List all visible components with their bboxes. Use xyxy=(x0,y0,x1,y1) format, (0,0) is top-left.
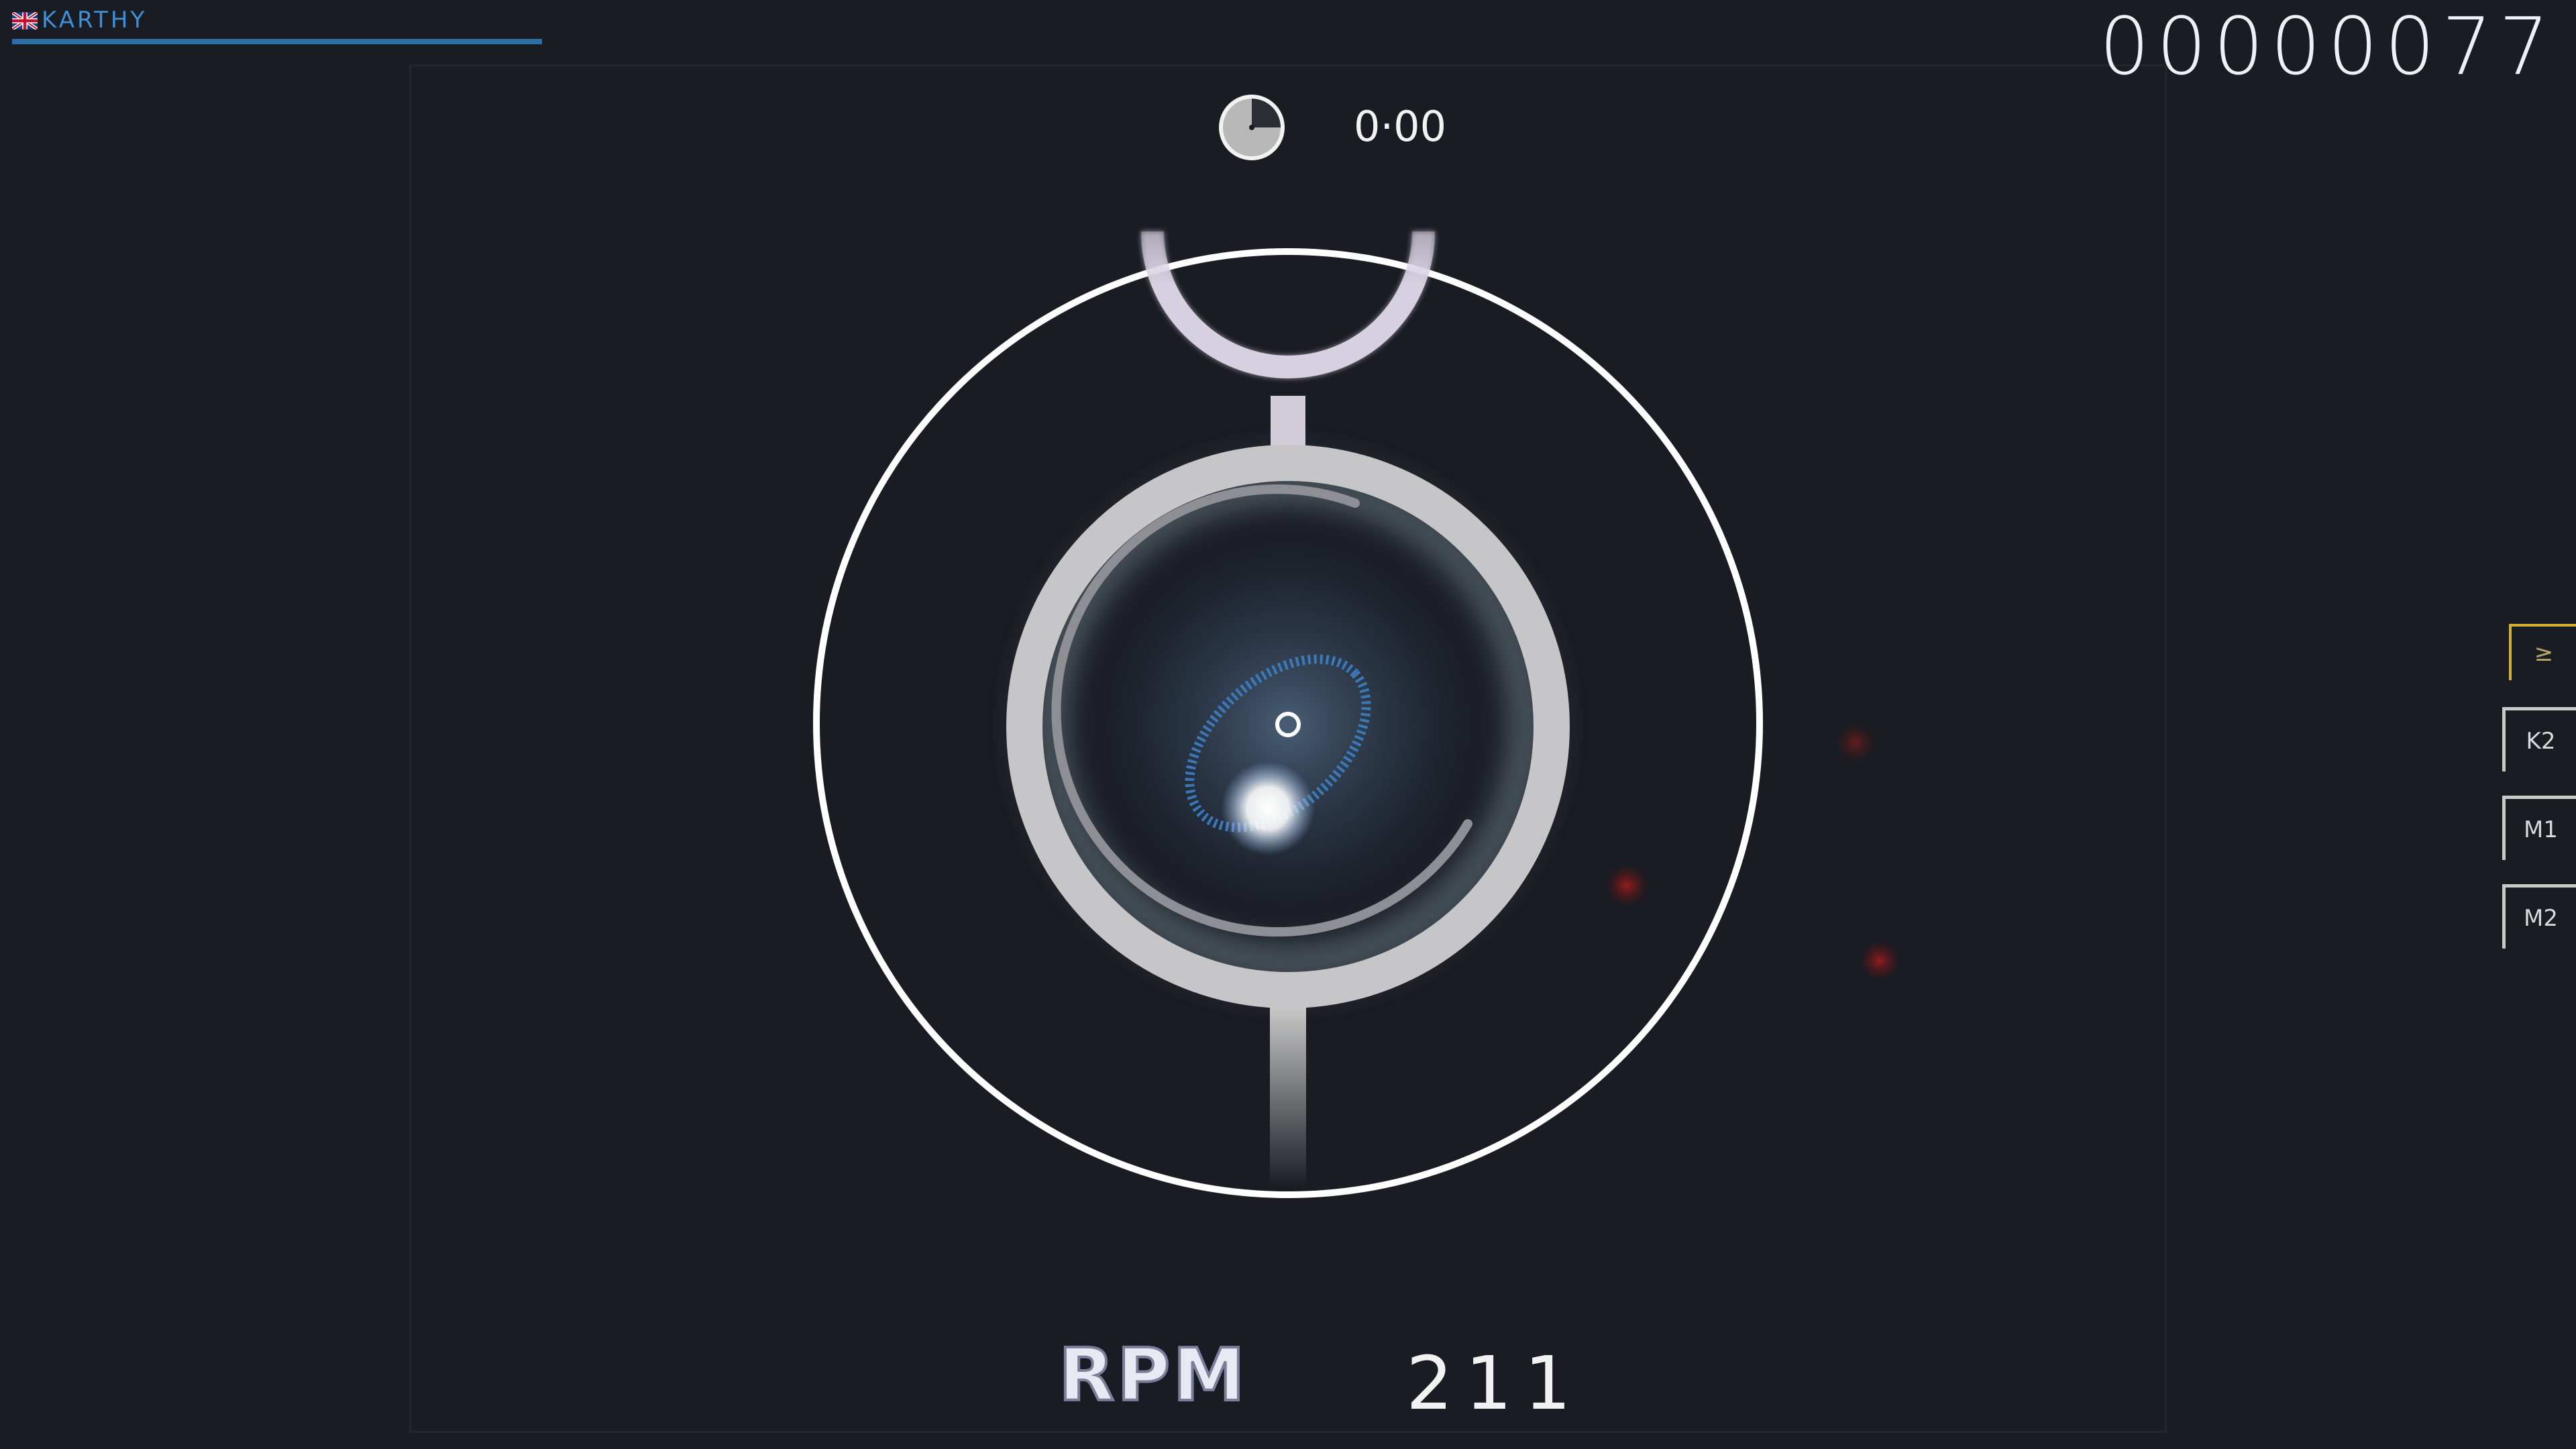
key-m2: M2 xyxy=(2502,884,2576,949)
spinner-layer xyxy=(813,231,1900,1198)
miss-dot-icon xyxy=(1835,722,1876,763)
key-k2-label: K2 xyxy=(2526,727,2556,755)
key-k1: ≥ xyxy=(2509,624,2576,680)
spinner-stem xyxy=(1270,1006,1306,1187)
miss-dot-icon xyxy=(1605,864,1648,907)
key-m1: M1 xyxy=(2502,796,2576,860)
key-m1-label: M1 xyxy=(2524,816,2558,843)
key-k1-label: ≥ xyxy=(2534,640,2554,667)
miss-dot-icon xyxy=(1860,941,1900,981)
rpm-value: 211 xyxy=(1406,1340,1583,1426)
key-k2: K2 xyxy=(2502,707,2576,771)
cursor-icon xyxy=(1221,761,1315,855)
key-m2-label: M2 xyxy=(2524,904,2558,932)
rpm-label: RPM xyxy=(1057,1332,1248,1419)
game-screen: KARTHY 00000077 0·00 RPM 211 ≥ K2 M1 M2 xyxy=(0,0,2576,1449)
